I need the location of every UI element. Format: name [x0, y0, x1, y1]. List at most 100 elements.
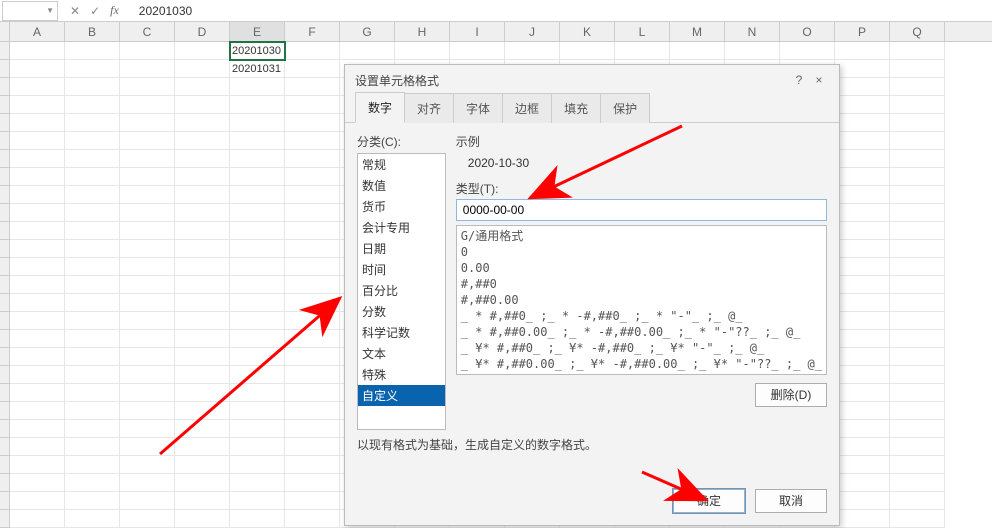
- cell[interactable]: [285, 42, 340, 60]
- close-icon[interactable]: ×: [809, 73, 829, 87]
- cell[interactable]: [120, 96, 175, 114]
- fx-icon[interactable]: fx: [110, 3, 119, 18]
- cell[interactable]: [65, 78, 120, 96]
- cell[interactable]: [835, 348, 890, 366]
- cell[interactable]: [285, 474, 340, 492]
- cell[interactable]: [10, 420, 65, 438]
- cell[interactable]: [65, 402, 120, 420]
- cell[interactable]: [890, 438, 945, 456]
- cell[interactable]: [120, 294, 175, 312]
- cell[interactable]: [120, 330, 175, 348]
- cell[interactable]: [725, 42, 780, 60]
- category-item[interactable]: 百分比: [358, 280, 445, 301]
- cell[interactable]: [65, 240, 120, 258]
- cell[interactable]: [65, 276, 120, 294]
- cell[interactable]: [10, 96, 65, 114]
- category-item[interactable]: 会计专用: [358, 217, 445, 238]
- cell[interactable]: [120, 222, 175, 240]
- cell[interactable]: [890, 204, 945, 222]
- col-header[interactable]: H: [395, 22, 450, 41]
- cell[interactable]: [285, 312, 340, 330]
- col-header[interactable]: F: [285, 22, 340, 41]
- cell[interactable]: [65, 168, 120, 186]
- cell[interactable]: [835, 204, 890, 222]
- cell[interactable]: [10, 258, 65, 276]
- cell[interactable]: [65, 330, 120, 348]
- cell[interactable]: [230, 222, 285, 240]
- cell[interactable]: [890, 276, 945, 294]
- cell[interactable]: [230, 240, 285, 258]
- cell[interactable]: [10, 510, 65, 528]
- cell[interactable]: [835, 366, 890, 384]
- cell[interactable]: [230, 276, 285, 294]
- category-item[interactable]: 科学记数: [358, 322, 445, 343]
- cell[interactable]: [65, 96, 120, 114]
- category-item[interactable]: 日期: [358, 238, 445, 259]
- cell[interactable]: [65, 294, 120, 312]
- cell[interactable]: [285, 420, 340, 438]
- cell[interactable]: [230, 492, 285, 510]
- col-header[interactable]: I: [450, 22, 505, 41]
- cell[interactable]: [175, 294, 230, 312]
- cell[interactable]: [285, 276, 340, 294]
- cell[interactable]: [65, 384, 120, 402]
- cell[interactable]: [835, 78, 890, 96]
- cell[interactable]: [230, 348, 285, 366]
- format-code-item[interactable]: 0: [461, 244, 822, 260]
- cell[interactable]: [505, 42, 560, 60]
- category-item[interactable]: 分数: [358, 301, 445, 322]
- cell[interactable]: [230, 366, 285, 384]
- cell[interactable]: [890, 384, 945, 402]
- cell[interactable]: [615, 42, 670, 60]
- format-code-item[interactable]: G/通用格式: [461, 228, 822, 244]
- cell[interactable]: [285, 222, 340, 240]
- cell[interactable]: [835, 384, 890, 402]
- cell[interactable]: [175, 474, 230, 492]
- cell[interactable]: [285, 510, 340, 528]
- cell[interactable]: [835, 492, 890, 510]
- cell[interactable]: 20201031: [230, 60, 285, 78]
- cell[interactable]: [120, 420, 175, 438]
- cell[interactable]: [835, 474, 890, 492]
- col-header[interactable]: M: [670, 22, 725, 41]
- cell[interactable]: [10, 456, 65, 474]
- cell[interactable]: [835, 456, 890, 474]
- cell[interactable]: [230, 510, 285, 528]
- category-item[interactable]: 特殊: [358, 364, 445, 385]
- col-header[interactable]: P: [835, 22, 890, 41]
- cell[interactable]: [835, 60, 890, 78]
- cell[interactable]: [175, 96, 230, 114]
- cell[interactable]: [120, 456, 175, 474]
- cell[interactable]: [890, 402, 945, 420]
- cell[interactable]: [10, 204, 65, 222]
- cell[interactable]: [835, 114, 890, 132]
- format-code-item[interactable]: _ ¥* #,##0_ ;_ ¥* -#,##0_ ;_ ¥* "-"_ ;_ …: [461, 340, 822, 356]
- cell[interactable]: [890, 366, 945, 384]
- cell[interactable]: [120, 114, 175, 132]
- cell[interactable]: [175, 366, 230, 384]
- cell[interactable]: [890, 222, 945, 240]
- cell[interactable]: [285, 384, 340, 402]
- cell[interactable]: [10, 438, 65, 456]
- cell[interactable]: [65, 186, 120, 204]
- cell[interactable]: [65, 60, 120, 78]
- cell[interactable]: [65, 312, 120, 330]
- cell[interactable]: [10, 150, 65, 168]
- cell[interactable]: [120, 402, 175, 420]
- cell[interactable]: [890, 510, 945, 528]
- category-item[interactable]: 货币: [358, 196, 445, 217]
- col-header[interactable]: J: [505, 22, 560, 41]
- cell[interactable]: [890, 150, 945, 168]
- cell[interactable]: 20201030: [230, 42, 285, 60]
- cell[interactable]: [340, 42, 395, 60]
- cancel-button[interactable]: 取消: [755, 489, 827, 513]
- cell[interactable]: [285, 240, 340, 258]
- cell[interactable]: [835, 276, 890, 294]
- cell[interactable]: [230, 384, 285, 402]
- cell[interactable]: [230, 258, 285, 276]
- cell[interactable]: [285, 132, 340, 150]
- cell[interactable]: [120, 204, 175, 222]
- cell[interactable]: [230, 150, 285, 168]
- cell[interactable]: [230, 456, 285, 474]
- tab-number[interactable]: 数字: [355, 92, 405, 123]
